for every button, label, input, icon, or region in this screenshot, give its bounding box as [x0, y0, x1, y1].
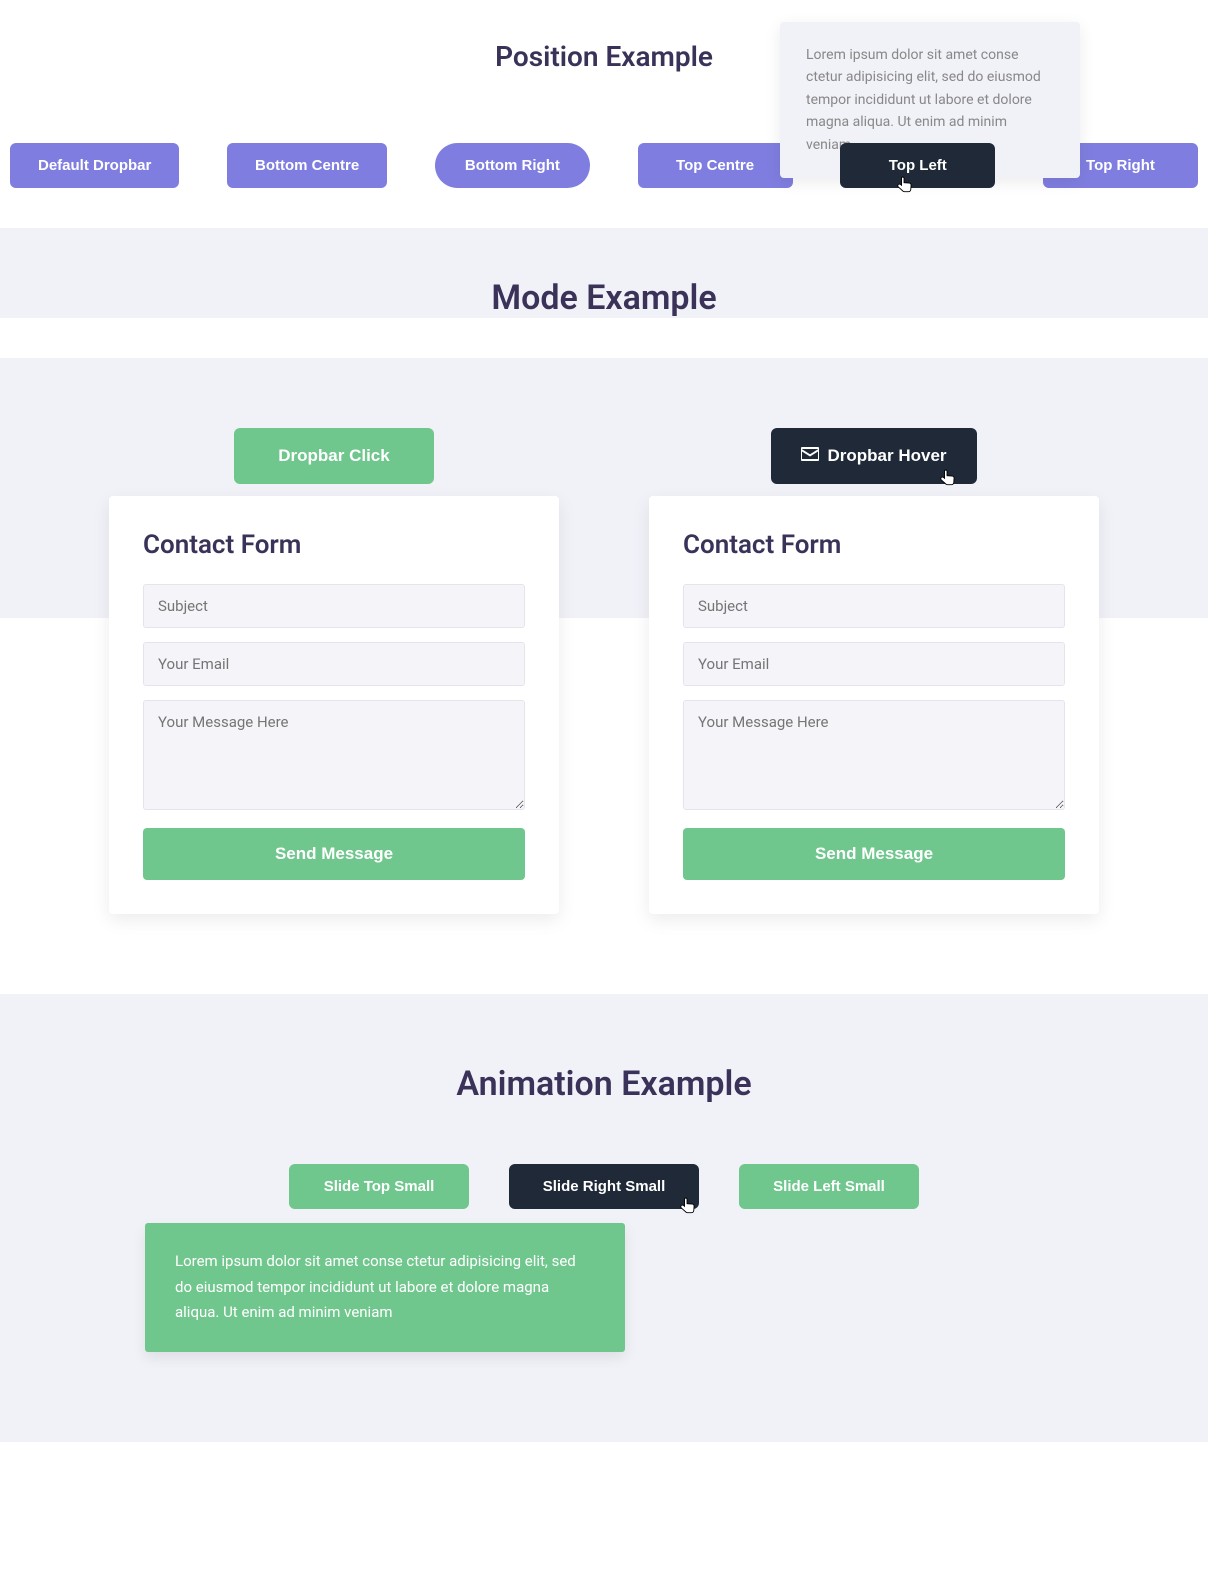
mode-heading: Mode Example [0, 278, 1208, 318]
email-input[interactable] [143, 642, 525, 686]
contact-form-card-hover: Contact Form Send Message [649, 496, 1099, 914]
contact-form-title: Contact Form [683, 530, 1065, 560]
top-left-button[interactable]: Top Left [840, 143, 995, 188]
top-centre-button[interactable]: Top Centre [638, 143, 793, 188]
contact-form-card-click: Contact Form Send Message [109, 496, 559, 914]
email-input[interactable] [683, 642, 1065, 686]
animation-drop-panel: Lorem ipsum dolor sit amet conse ctetur … [145, 1223, 625, 1352]
dropbar-click-button[interactable]: Dropbar Click [234, 428, 434, 484]
subject-input[interactable] [143, 584, 525, 628]
message-textarea[interactable] [143, 700, 525, 810]
mode-content: Dropbar Click Contact Form Send Message … [0, 358, 1208, 914]
dropbar-hover-column: Dropbar Hover Contact Form Send Message [649, 428, 1099, 914]
mode-example-section: Mode Example [0, 228, 1208, 318]
slide-left-small-button[interactable]: Slide Left Small [739, 1164, 919, 1209]
position-example-section: Lorem ipsum dolor sit amet conse ctetur … [0, 0, 1208, 228]
animation-example-section: Animation Example Slide Top Small Slide … [0, 994, 1208, 1442]
slide-top-small-button[interactable]: Slide Top Small [289, 1164, 469, 1209]
bottom-centre-button[interactable]: Bottom Centre [227, 143, 387, 188]
dropbar-click-column: Dropbar Click Contact Form Send Message [109, 428, 559, 914]
send-message-button[interactable]: Send Message [143, 828, 525, 880]
send-message-button[interactable]: Send Message [683, 828, 1065, 880]
message-textarea[interactable] [683, 700, 1065, 810]
animation-button-row: Slide Top Small Slide Right Small Slide … [0, 1164, 1208, 1209]
dropbar-hover-label: Dropbar Hover [827, 446, 946, 466]
dropbar-hover-button[interactable]: Dropbar Hover [771, 428, 976, 484]
animation-heading: Animation Example [0, 1064, 1208, 1104]
bottom-right-button[interactable]: Bottom Right [435, 143, 590, 188]
subject-input[interactable] [683, 584, 1065, 628]
default-dropbar-button[interactable]: Default Dropbar [10, 143, 179, 188]
slide-right-small-button[interactable]: Slide Right Small [509, 1164, 699, 1209]
contact-form-title: Contact Form [143, 530, 525, 560]
mail-icon [801, 446, 819, 466]
